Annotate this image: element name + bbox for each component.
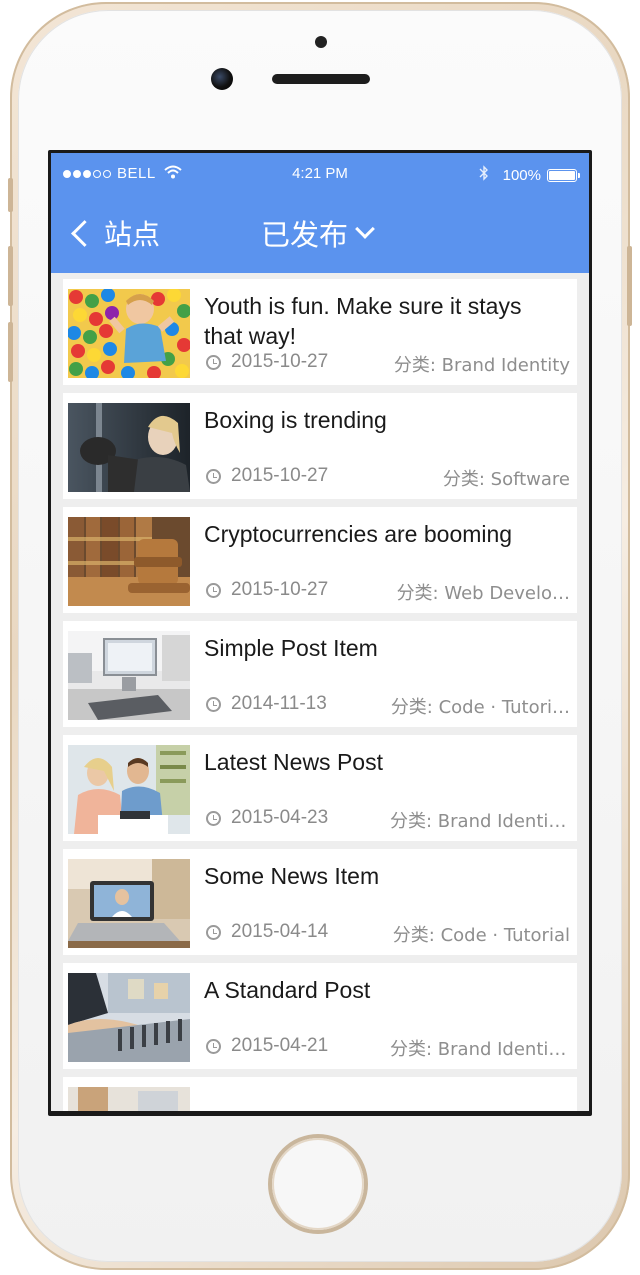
- bluetooth-icon: [479, 165, 489, 185]
- post-meta: 2015-10-27 分类: Web Develo…: [204, 579, 570, 605]
- navigation-bar: 站点 已发布: [51, 195, 589, 273]
- post-item[interactable]: Simple Post Item 2014-11-13 分类: Code · T…: [63, 621, 577, 727]
- post-title: Boxing is trending: [204, 407, 387, 433]
- phone-screen: BELL 4:21 PM 100% 站点 已发布 Youth is fun. M…: [48, 150, 592, 1116]
- post-date: 2015-10-27: [231, 579, 329, 600]
- post-category: 分类: Web Develo…: [396, 583, 570, 604]
- post-title: Some News Item: [204, 863, 380, 889]
- volume-up-button: [8, 246, 13, 306]
- post-date: 2015-04-23: [231, 807, 329, 828]
- post-meta: 2015-10-27 分类: Software: [204, 465, 570, 491]
- clock-icon: [206, 1039, 221, 1054]
- post-category: 分类: Brand Identit…: [390, 811, 570, 832]
- battery-percent: 100%: [502, 166, 541, 184]
- battery-area: 100%: [479, 165, 580, 185]
- post-meta: 2015-04-23 分类: Brand Identit…: [204, 807, 570, 833]
- post-title: A Standard Post: [204, 977, 371, 1003]
- post-meta: 2015-10-27 分类: Brand Identity: [204, 351, 570, 377]
- clock-icon: [206, 583, 221, 598]
- post-category: 分类: Software: [442, 469, 570, 490]
- clock-icon: [206, 355, 221, 370]
- post-date: 2014-11-13: [231, 693, 327, 714]
- post-date: 2015-10-27: [231, 351, 329, 372]
- post-thumbnail: [68, 403, 190, 492]
- mute-switch: [8, 178, 13, 212]
- post-category: 分类: Code · Tutorial: [392, 925, 570, 946]
- clock-icon: [206, 811, 221, 826]
- post-title: Simple Post Item: [204, 635, 378, 661]
- chevron-left-icon: [71, 219, 98, 247]
- status-filter-dropdown[interactable]: 已发布: [261, 213, 375, 253]
- post-meta: 2014-11-13 分类: Code · Tutori…: [204, 693, 570, 719]
- back-button[interactable]: 站点: [67, 213, 160, 253]
- post-thumbnail: [68, 973, 190, 1062]
- post-title: Cryptocurrencies are booming: [204, 521, 513, 547]
- post-category: 分类: Brand Identity: [393, 355, 570, 376]
- post-item[interactable]: [63, 1077, 577, 1111]
- post-meta: 2015-04-14 分类: Code · Tutorial: [204, 921, 570, 947]
- post-thumbnail: [68, 859, 190, 948]
- post-item[interactable]: Some News Item 2015-04-14 分类: Code · Tut…: [63, 849, 577, 955]
- post-category: 分类: Brand Identit…: [390, 1039, 570, 1060]
- post-date: 2015-04-14: [231, 921, 329, 942]
- post-title: Youth is fun. Make sure it stays that wa…: [204, 293, 522, 349]
- status-bar: BELL 4:21 PM 100%: [51, 153, 589, 195]
- post-item[interactable]: Boxing is trending 2015-10-27 分类: Softwa…: [63, 393, 577, 499]
- front-camera-icon: [211, 68, 233, 90]
- chevron-down-icon: [355, 219, 375, 239]
- post-thumbnail: [68, 289, 190, 378]
- back-label: 站点: [104, 218, 161, 251]
- post-thumbnail: [68, 1087, 190, 1111]
- post-date: 2015-10-27: [231, 465, 329, 486]
- post-item[interactable]: Youth is fun. Make sure it stays that wa…: [63, 279, 577, 385]
- post-thumbnail: [68, 745, 190, 834]
- post-thumbnail: [68, 517, 190, 606]
- volume-down-button: [8, 322, 13, 382]
- post-category: 分类: Code · Tutori…: [390, 697, 570, 718]
- post-date: 2015-04-21: [231, 1035, 329, 1056]
- clock-icon: [206, 697, 221, 712]
- battery-fill: [549, 170, 575, 180]
- post-title: Latest News Post: [204, 749, 383, 775]
- post-item[interactable]: A Standard Post 2015-04-21 分类: Brand Ide…: [63, 963, 577, 1069]
- clock-icon: [206, 925, 221, 940]
- app-viewport: BELL 4:21 PM 100% 站点 已发布 Youth is fun. M…: [51, 153, 589, 1111]
- proximity-sensor: [315, 36, 327, 48]
- post-item[interactable]: Latest News Post 2015-04-23 分类: Brand Id…: [63, 735, 577, 841]
- power-button: [627, 246, 632, 326]
- clock-icon: [206, 469, 221, 484]
- earpiece-speaker: [272, 74, 370, 84]
- post-meta: 2015-04-21 分类: Brand Identit…: [204, 1035, 570, 1061]
- battery-icon: [547, 168, 580, 182]
- home-button[interactable]: [272, 1138, 364, 1230]
- post-item[interactable]: Cryptocurrencies are booming 2015-10-27 …: [63, 507, 577, 613]
- post-thumbnail: [68, 631, 190, 720]
- nav-title: 已发布: [261, 218, 349, 252]
